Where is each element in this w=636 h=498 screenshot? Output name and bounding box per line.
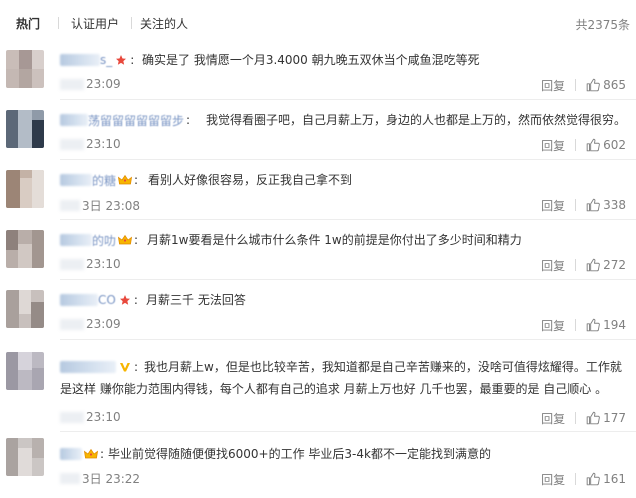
comment-time: 23:09 xyxy=(60,77,121,91)
comment-item: 的糖 : 看别人好像很容易，反正我自己拿不到 3日 23:08 回复 338 xyxy=(0,160,636,220)
comment-text: 我也月薪上w，但是也比较辛苦，我知道都是自己辛苦赚来的，没啥可值得炫耀得。工作就 xyxy=(144,360,622,374)
comment-actions: 回复 865 xyxy=(541,76,626,94)
comment-text: 月薪1w要看是什么城市什么条件 1w的前提是你付出了多少时间和精力 xyxy=(147,233,522,247)
username-blur xyxy=(60,294,98,306)
comment-text: 确实是了 我情愿一个月3.4000 朝九晚五双休当个咸鱼混吃等死 xyxy=(142,53,480,67)
comment-actions: 回复 177 xyxy=(541,409,626,427)
avatar[interactable] xyxy=(6,110,44,148)
like-count: 865 xyxy=(603,78,626,92)
reply-button[interactable]: 回复 xyxy=(541,471,565,488)
comment-text: 我觉得看圈子吧，自己月薪上万，身边的人也都是上万的，然而依然觉得很穷。 xyxy=(206,113,627,127)
like-button[interactable]: 272 xyxy=(586,258,626,272)
comment-text: 毕业前觉得随随便便找6000+的工作 毕业后3-4k都不一定能找到满意的 xyxy=(108,447,491,461)
comment-time: 23:10 xyxy=(60,257,121,271)
comment-item: : 我也月薪上w，但是也比较辛苦，我知道都是自己辛苦赚来的，没啥可值得炫耀得。工… xyxy=(0,340,636,432)
reply-button[interactable]: 回复 xyxy=(541,137,565,154)
comment-item: 的叻 : 月薪1w要看是什么城市什么条件 1w的前提是你付出了多少时间和精力 2… xyxy=(0,220,636,280)
tab-divider xyxy=(131,17,132,29)
star-icon xyxy=(118,293,132,307)
comment-time: 3日 23:08 xyxy=(60,197,140,214)
comment-time: 23:10 xyxy=(60,137,121,151)
comment-text: 看别人好像很容易，反正我自己拿不到 xyxy=(148,173,353,187)
thumbs-up-icon xyxy=(586,472,600,486)
comment-time: 23:09 xyxy=(60,317,121,331)
like-button[interactable]: 177 xyxy=(586,411,626,425)
like-button[interactable]: 602 xyxy=(586,138,626,152)
username-blur xyxy=(60,114,88,126)
username[interactable]: CO : xyxy=(60,292,138,308)
avatar[interactable] xyxy=(6,290,44,328)
thumbs-up-icon xyxy=(586,318,600,332)
comment-time: 3日 23:22 xyxy=(60,470,140,487)
comment-item: CO : 月薪三千 无法回答 23:09 回复 194 xyxy=(0,280,636,340)
username-blur xyxy=(60,54,100,66)
comment-total: 共2375条 xyxy=(575,18,630,32)
username[interactable]: 的糖 : xyxy=(60,172,138,188)
username[interactable]: : xyxy=(60,359,138,375)
username[interactable]: : xyxy=(60,446,104,462)
crown-icon xyxy=(84,447,98,461)
avatar[interactable] xyxy=(6,50,44,88)
comment-item: : 毕业前觉得随随便便找6000+的工作 毕业后3-4k都不一定能找到满意的 3… xyxy=(0,432,636,498)
like-button[interactable]: 338 xyxy=(586,198,626,212)
comment-actions: 回复 194 xyxy=(541,316,626,334)
comment-actions: 回复 602 xyxy=(541,136,626,154)
reply-button[interactable]: 回复 xyxy=(541,257,565,274)
username-blur xyxy=(60,361,116,373)
username[interactable]: 的叻 : xyxy=(60,232,138,248)
username-blur xyxy=(60,234,92,246)
reply-button[interactable]: 回复 xyxy=(541,77,565,94)
tab-verified-users[interactable]: 认证用户 xyxy=(71,15,119,32)
comment-item: s_ : 确实是了 我情愿一个月3.4000 朝九晚五双休当个咸鱼混吃等死 23… xyxy=(0,40,636,100)
reply-button[interactable]: 回复 xyxy=(541,410,565,427)
username[interactable]: s_ : xyxy=(60,52,134,68)
comment-actions: 回复 338 xyxy=(541,196,626,214)
thumbs-up-icon xyxy=(586,258,600,272)
like-count: 338 xyxy=(603,198,626,212)
comment-actions: 回复 272 xyxy=(541,256,626,274)
comment-text-continued: 是这样 赚你能力范围内得钱，每个人都有自己的追求 月薪上万也好 几千也罢，最重要… xyxy=(60,382,608,396)
tab-divider xyxy=(58,17,59,29)
like-button[interactable]: 865 xyxy=(586,78,626,92)
thumbs-up-icon xyxy=(586,138,600,152)
avatar[interactable] xyxy=(6,438,44,476)
comment-item: 荡留留留留留留步 : 我觉得看圈子吧，自己月薪上万，身边的人也都是上万的，然而依… xyxy=(0,100,636,160)
thumbs-up-icon xyxy=(586,411,600,425)
username-blur xyxy=(60,174,92,186)
username-blur xyxy=(60,448,82,460)
avatar[interactable] xyxy=(6,170,44,208)
comment-tabs: 热门 认证用户 关注的人 共2375条 xyxy=(0,0,636,40)
tab-following[interactable]: 关注的人 xyxy=(140,15,188,32)
like-count: 194 xyxy=(603,318,626,332)
comment-time: 23:10 xyxy=(60,410,121,424)
username[interactable]: 荡留留留留留留步 : xyxy=(60,112,190,128)
comment-actions: 回复 161 xyxy=(541,470,626,488)
comment-text: 月薪三千 无法回答 xyxy=(146,293,246,307)
v-icon xyxy=(118,360,132,374)
crown-icon xyxy=(118,233,133,247)
like-count: 272 xyxy=(603,258,626,272)
tab-hot[interactable]: 热门 xyxy=(16,15,40,32)
like-button[interactable]: 194 xyxy=(586,318,626,332)
crown-icon xyxy=(118,173,133,187)
like-count: 177 xyxy=(603,411,626,425)
like-count: 161 xyxy=(603,472,626,486)
star-icon xyxy=(114,53,128,67)
like-count: 602 xyxy=(603,138,626,152)
avatar[interactable] xyxy=(6,230,44,268)
avatar[interactable] xyxy=(6,352,44,390)
like-button[interactable]: 161 xyxy=(586,472,626,486)
thumbs-up-icon xyxy=(586,198,600,212)
thumbs-up-icon xyxy=(586,78,600,92)
reply-button[interactable]: 回复 xyxy=(541,317,565,334)
reply-button[interactable]: 回复 xyxy=(541,197,565,214)
